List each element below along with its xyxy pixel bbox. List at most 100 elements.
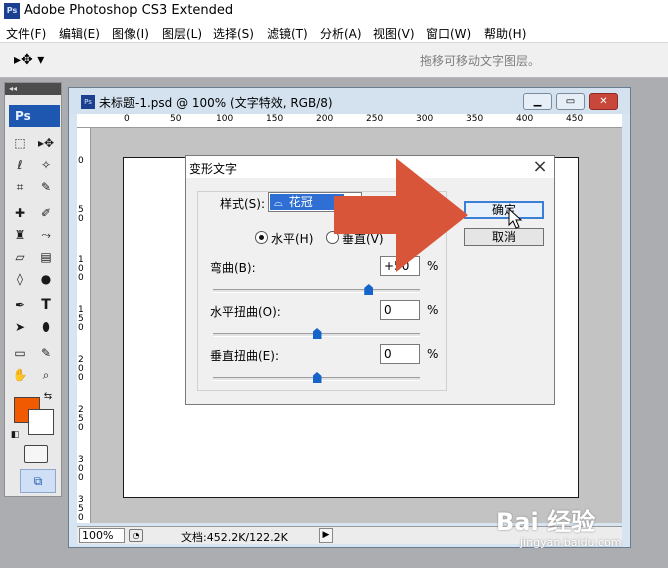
menu-layer[interactable]: 图层(L) [162,25,202,42]
ruler-tick-label: 100 [216,114,234,124]
ruler-tick-label: 2 5 0 [78,405,84,433]
eyedropper-icon[interactable]: ✎ [35,343,57,363]
photoshop-file-icon: Ps [81,95,95,109]
screen-mode-icon[interactable]: ⧉ [20,469,56,493]
ruler-tick-label: 50 [170,114,182,124]
ruler-tick-label: 300 [416,114,434,124]
document-titlebar: Ps 未标题-1.psd @ 100% (文字特效, RGB/8) ▁ ▭ ✕ [69,88,630,114]
style-value: 花冠 [288,195,313,209]
menu-select[interactable]: 选择(S) [213,25,254,42]
options-bar: ▸✥ ▾ 拖移可移动文字图层。 [0,43,668,78]
type-tool-icon[interactable]: T [35,295,57,315]
status-arrow-icon[interactable]: ▶ [319,528,333,543]
magic-wand-icon[interactable]: ✧ [35,155,57,175]
ruler-tick-label: 1 5 0 [78,305,84,333]
ruler-tick-label: 450 [566,114,584,124]
app-title: Adobe Photoshop CS3 Extended [24,3,234,18]
style-selected: ⌓ 花冠 [270,194,344,210]
close-icon[interactable]: × [529,157,551,177]
style-label: 样式(S): [220,197,266,211]
dodge-tool-icon[interactable]: ● [35,269,57,289]
bend-label: 弯曲(B): [210,261,256,275]
menu-edit[interactable]: 编辑(E) [59,25,100,42]
vertical-distortion-label: 垂直扭曲(E): [210,349,279,363]
menu-bar: 文件(F) 编辑(E) 图像(I) 图层(L) 选择(S) 滤镜(T) 分析(A… [0,22,668,43]
toolbox: ◂◂ Ps ⬚ ▸✥ ℓ ✧ ⌗ ✎ ✚ ✐ ♜ ⤳ ▱ ▤ ◊ ● ✒ T ➤… [4,82,62,497]
menu-analysis[interactable]: 分析(A) [320,25,362,42]
hand-tool-icon[interactable]: ✋ [9,365,31,385]
toolbox-collapse-icon[interactable]: ◂◂ [5,83,61,95]
crop-tool-icon[interactable]: ⌗ [9,177,31,197]
arrow-shape [334,158,468,272]
ruler-tick-label: 400 [516,114,534,124]
ruler-tick-label: 1 0 0 [78,255,84,283]
radio-horizontal[interactable] [255,231,268,244]
menu-help[interactable]: 帮助(H) [484,25,526,42]
ruler-tick-label: 200 [316,114,334,124]
quick-mask-icon[interactable] [24,445,48,463]
lasso-tool-icon[interactable]: ℓ [9,155,31,175]
ruler-vertical: 0 5 0 1 0 0 1 5 0 2 0 0 2 5 0 3 0 0 3 5 … [77,128,91,523]
zoom-field[interactable]: 100% [79,528,125,543]
percent-label: % [427,347,439,361]
minimize-button[interactable]: ▁ [523,93,552,110]
status-menu-icon[interactable]: ◔ [129,529,143,542]
document-title: 未标题-1.psd @ 100% (文字特效, RGB/8) [99,96,333,110]
menu-image[interactable]: 图像(I) [112,25,149,42]
ruler-horizontal: 0 50 100 150 200 250 300 350 400 450 [77,114,622,128]
eraser-tool-icon[interactable]: ▱ [9,247,31,267]
path-select-icon[interactable]: ➤ [9,317,31,337]
ruler-tick-label: 5 0 [78,205,84,224]
horizontal-distortion-input[interactable]: 0 [380,300,420,320]
ruler-tick-label: 350 [466,114,484,124]
close-button[interactable]: ✕ [589,93,618,110]
brush-tool-icon[interactable]: ✐ [35,203,57,223]
eyedropper-slice-icon[interactable]: ✎ [35,177,57,197]
menu-filter[interactable]: 滤镜(T) [267,25,308,42]
blur-tool-icon[interactable]: ◊ [9,269,31,289]
app-titlebar: Ps Adobe Photoshop CS3 Extended [0,0,668,22]
move-tool-icon[interactable]: ▸✥ ▾ [14,52,50,70]
dialog-title: 变形文字 [189,162,238,176]
watermark-url: jingyan.baidu.com [520,536,622,549]
shape-tool-icon[interactable]: ⬮ [35,317,57,337]
move-tool-icon[interactable]: ▸✥ [35,133,57,153]
clone-stamp-icon[interactable]: ♜ [9,225,31,245]
pen-tool-icon[interactable]: ✒ [9,295,31,315]
horizontal-distortion-label: 水平扭曲(O): [210,305,281,319]
menu-view[interactable]: 视图(V) [373,25,415,42]
document-info: 文档:452.2K/122.2K [181,531,288,544]
history-brush-icon[interactable]: ⤳ [35,225,57,245]
ruler-tick-label: 0 [124,114,130,124]
vertical-distortion-input[interactable]: 0 [380,344,420,364]
menu-file[interactable]: 文件(F) [6,25,46,42]
watermark: Bai 经验 [496,508,596,536]
default-colors-icon[interactable]: ◧ [9,425,21,445]
annotation-arrow [334,158,468,272]
ok-button[interactable]: 确定 [464,201,544,219]
warp-arc-icon: ⌓ [274,196,283,209]
background-color-swatch[interactable] [28,409,54,435]
swap-colors-icon[interactable]: ⇆ [41,387,55,407]
ruler-tick-label: 150 [266,114,284,124]
bend-slider-track [213,289,420,293]
ruler-tick-label: 3 5 0 [78,495,84,523]
options-hint: 拖移可移动文字图层。 [420,54,541,68]
horizontal-label: 水平(H) [271,232,314,246]
ruler-tick-label: 3 0 0 [78,455,84,483]
mouse-cursor-icon [508,208,523,229]
marquee-tool-icon[interactable]: ⬚ [9,133,31,153]
photoshop-logo-icon: Ps [4,3,20,19]
maximize-button[interactable]: ▭ [556,93,585,110]
gradient-tool-icon[interactable]: ▤ [35,247,57,267]
healing-brush-icon[interactable]: ✚ [9,203,31,223]
zoom-tool-icon[interactable]: ⌕ [35,365,57,385]
toolbox-logo: Ps [9,105,60,127]
percent-label: % [427,303,439,317]
notes-tool-icon[interactable]: ▭ [9,343,31,363]
ruler-tick-label: 250 [366,114,384,124]
ruler-tick-label: 0 [78,156,84,166]
cancel-button[interactable]: 取消 [464,228,544,246]
menu-window[interactable]: 窗口(W) [426,25,471,42]
ruler-tick-label: 2 0 0 [78,355,84,383]
